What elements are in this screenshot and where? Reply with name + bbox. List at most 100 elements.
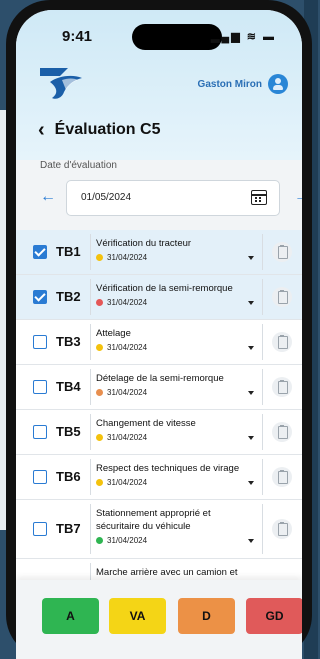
- item-label: Attelage: [96, 328, 131, 339]
- page-title: Évaluation C5: [54, 121, 161, 138]
- title-bar: ‹ Évaluation C5: [38, 120, 160, 140]
- status-dot: [96, 389, 103, 396]
- item-code: TB1: [56, 244, 81, 259]
- user-menu[interactable]: Gaston Miron: [198, 74, 288, 94]
- row-divider: [262, 369, 263, 405]
- item-label: Stationnement approprié et sécuritaire d…: [96, 508, 211, 532]
- clipboard-icon[interactable]: [272, 332, 292, 352]
- row-checkbox[interactable]: [33, 245, 47, 259]
- app-screen: 9:41 ▂▄▆ ≋ ▬ Gaston Miron ‹ Évaluation C…: [16, 10, 302, 659]
- evaluation-list: TB1 Vérification du tracteur 31/04/2024 TB2…: [16, 230, 302, 590]
- list-item[interactable]: TB1 Vérification du tracteur 31/04/2024: [16, 230, 302, 275]
- rating-button-gd[interactable]: GD: [246, 598, 302, 634]
- chevron-down-icon[interactable]: [248, 301, 254, 305]
- row-checkbox[interactable]: [33, 335, 47, 349]
- item-date: 31/04/2024: [107, 253, 148, 262]
- rating-button-a[interactable]: A: [42, 598, 99, 634]
- row-checkbox[interactable]: [33, 380, 47, 394]
- date-label: Date d'évaluation: [40, 160, 117, 171]
- chevron-left-icon[interactable]: ‹: [38, 120, 45, 140]
- item-label: Respect des techniques de virage: [96, 463, 240, 474]
- item-date: 31/04/2024: [107, 298, 148, 307]
- list-item[interactable]: TB7 Stationnement approprié et sécuritair…: [16, 500, 302, 559]
- item-date: 31/04/2024: [107, 536, 148, 545]
- chevron-down-icon[interactable]: [248, 346, 254, 350]
- row-divider: [90, 234, 91, 270]
- item-meta: 31/04/2024: [96, 536, 147, 545]
- row-divider: [262, 504, 263, 554]
- item-code: TB2: [56, 289, 81, 304]
- item-label: Vérification de la semi-remorque: [96, 283, 233, 294]
- row-divider: [262, 234, 263, 270]
- status-dot: [96, 254, 103, 261]
- row-divider: [90, 414, 91, 450]
- item-label: Marche arrière avec un camion et: [96, 567, 238, 578]
- list-item[interactable]: TB4 Dételage de la semi-remorque 31/04/202…: [16, 365, 302, 410]
- item-label: Vérification du tracteur: [96, 238, 192, 249]
- calendar-icon[interactable]: [251, 190, 267, 205]
- row-checkbox[interactable]: [33, 290, 47, 304]
- item-label: Changement de vitesse: [96, 418, 196, 429]
- clipboard-icon[interactable]: [272, 422, 292, 442]
- row-checkbox[interactable]: [33, 425, 47, 439]
- item-meta: 31/04/2024: [96, 433, 147, 442]
- list-item[interactable]: TB2 Vérification de la semi-remorque 31/04…: [16, 275, 302, 320]
- dynamic-island: [132, 24, 222, 50]
- status-dot: [96, 479, 103, 486]
- item-code: TB7: [56, 521, 81, 536]
- date-value: 01/05/2024: [81, 192, 132, 203]
- item-meta: 31/04/2024: [96, 388, 147, 397]
- item-label: Dételage de la semi-remorque: [96, 373, 224, 384]
- item-code: TB6: [56, 469, 81, 484]
- item-meta: 31/04/2024: [96, 253, 147, 262]
- row-divider: [262, 459, 263, 495]
- item-date: 31/04/2024: [107, 388, 148, 397]
- clipboard-icon[interactable]: [272, 377, 292, 397]
- chevron-down-icon[interactable]: [248, 539, 254, 543]
- item-meta: 31/04/2024: [96, 298, 147, 307]
- item-code: TB4: [56, 379, 81, 394]
- arrow-right-icon[interactable]: →: [294, 188, 302, 206]
- row-checkbox[interactable]: [33, 470, 47, 484]
- date-field[interactable]: 01/05/2024: [66, 180, 280, 216]
- chevron-down-icon[interactable]: [248, 436, 254, 440]
- row-divider: [262, 414, 263, 450]
- rating-button-d[interactable]: D: [178, 598, 235, 634]
- clipboard-icon[interactable]: [272, 519, 292, 539]
- item-date: 31/04/2024: [107, 433, 148, 442]
- status-dot: [96, 537, 103, 544]
- row-checkbox[interactable]: [33, 522, 47, 536]
- status-bar: 9:41 ▂▄▆ ≋ ▬: [16, 24, 302, 50]
- row-divider: [262, 324, 263, 360]
- row-divider: [90, 279, 91, 315]
- clipboard-icon[interactable]: [272, 467, 292, 487]
- clipboard-icon[interactable]: [272, 242, 292, 262]
- logo-icon: [40, 68, 82, 99]
- date-selector: ← 01/05/2024 →: [32, 180, 302, 216]
- row-divider: [262, 279, 263, 315]
- chevron-down-icon[interactable]: [248, 391, 254, 395]
- item-code: TB5: [56, 424, 81, 439]
- clipboard-icon[interactable]: [272, 287, 292, 307]
- chevron-down-icon[interactable]: [248, 256, 254, 260]
- rating-button-va[interactable]: VA: [109, 598, 166, 634]
- rating-bar: A VA D GD: [16, 580, 302, 659]
- item-meta: 31/04/2024: [96, 478, 147, 487]
- item-meta: 31/04/2024: [96, 343, 147, 352]
- arrow-left-icon[interactable]: ←: [40, 188, 56, 206]
- avatar-icon: [268, 74, 288, 94]
- row-divider: [90, 324, 91, 360]
- list-item[interactable]: TB5 Changement de vitesse 31/04/2024: [16, 410, 302, 455]
- phone-frame: 9:41 ▂▄▆ ≋ ▬ Gaston Miron ‹ Évaluation C…: [6, 0, 312, 659]
- item-code: TB3: [56, 334, 81, 349]
- system-icons: ▂▄▆ ≋ ▬: [210, 31, 276, 43]
- status-dot: [96, 344, 103, 351]
- item-date: 31/04/2024: [107, 343, 148, 352]
- row-divider: [90, 369, 91, 405]
- row-divider: [90, 459, 91, 495]
- chevron-down-icon[interactable]: [248, 481, 254, 485]
- list-item[interactable]: TB3 Attelage 31/04/2024: [16, 320, 302, 365]
- status-dot: [96, 434, 103, 441]
- row-divider: [90, 504, 91, 554]
- list-item[interactable]: TB6 Respect des techniques de virage 31/04…: [16, 455, 302, 500]
